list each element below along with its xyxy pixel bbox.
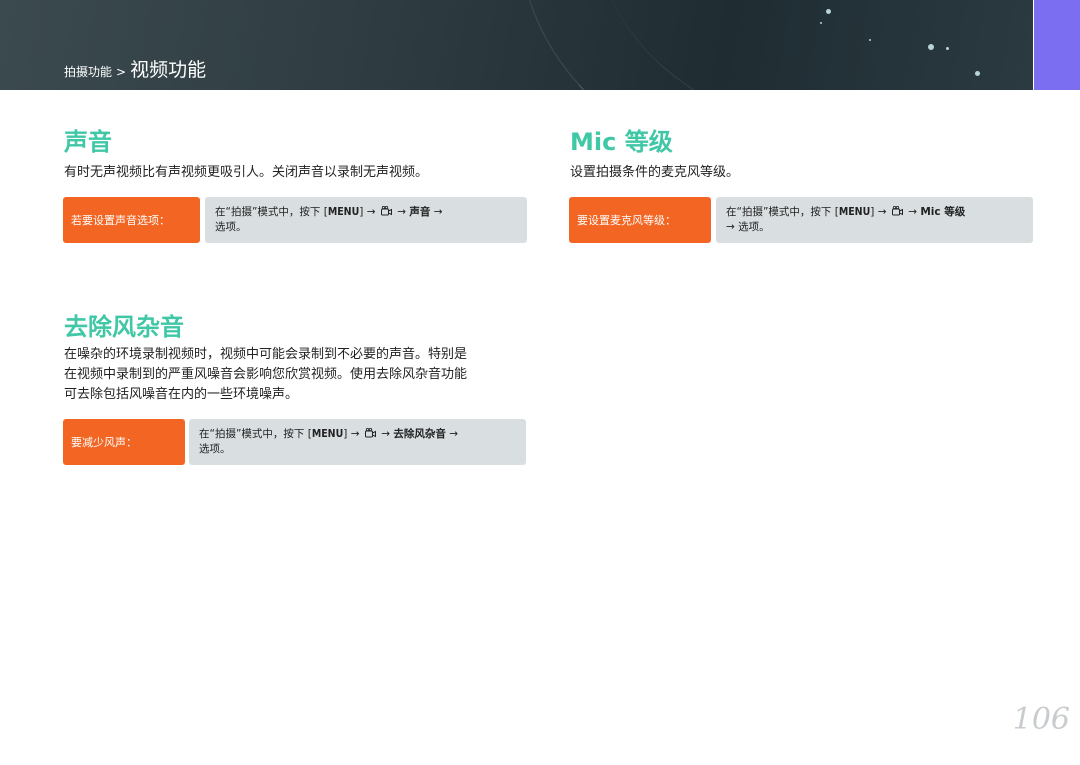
tip-box-sound: 在“拍摄”模式中，按下 [MENU] → → 声音 → 选项。 bbox=[205, 197, 527, 243]
sparkle-dot bbox=[928, 44, 934, 50]
breadcrumb-current: 视频功能 bbox=[130, 59, 207, 81]
tip-label-text: 要设置麦克风等级： bbox=[577, 214, 676, 227]
tip-box-wind: 在“拍摄”模式中，按下 [MENU] → → 去除风杂音 → 选项。 bbox=[189, 419, 526, 465]
section-title-mic: Mic 等级 bbox=[570, 128, 673, 156]
tip-after-menu: ] → bbox=[870, 206, 887, 218]
tip-prefix: 在“拍摄”模式中，按下 [ bbox=[215, 206, 328, 218]
description-line: 在噪杂的环境录制视频时，视频中可能会录制到不必要的声音。特别是 bbox=[64, 347, 468, 362]
tip-box-mic: 在“拍摄”模式中，按下 [MENU] → → Mic 等级 → 选项。 bbox=[716, 197, 1033, 243]
section-title-wind: 去除风杂音 bbox=[64, 313, 184, 341]
tip-target-option: 去除风杂音 bbox=[393, 428, 446, 440]
tip-arrow: → bbox=[449, 428, 458, 440]
header-accent-bar bbox=[1034, 0, 1080, 90]
breadcrumb-parent[interactable]: 拍摄功能 bbox=[64, 63, 112, 80]
video-camera-icon bbox=[364, 428, 376, 438]
section-description-wind: 在噪杂的环境录制视频时，视频中可能会录制到不必要的声音。特别是 在视频中录制到的… bbox=[64, 345, 534, 405]
tip-after-menu: ] → bbox=[343, 428, 360, 440]
video-camera-icon bbox=[380, 206, 392, 216]
breadcrumb-separator: > bbox=[116, 65, 127, 79]
menu-key: MENU bbox=[311, 428, 344, 440]
tip-arrow: → bbox=[433, 206, 443, 218]
tip-label-text: 要减少风声： bbox=[71, 436, 137, 449]
section-description-mic: 设置拍摄条件的麦克风等级。 bbox=[570, 165, 740, 180]
tip-suffix: 选项。 bbox=[199, 443, 231, 455]
tip-target-option: 声音 bbox=[409, 206, 431, 218]
tip-arrow: → bbox=[908, 206, 917, 218]
page-number: 106 bbox=[1012, 702, 1070, 737]
sparkle-dot bbox=[869, 39, 871, 41]
menu-key: MENU bbox=[327, 206, 360, 218]
menu-key: MENU bbox=[838, 206, 871, 218]
description-line: 可去除包括风噪音在内的一些环境噪声。 bbox=[64, 387, 299, 402]
tip-after-menu: ] → bbox=[359, 206, 376, 218]
section-description-sound: 有时无声视频比有声视频更吸引人。关闭声音以录制无声视频。 bbox=[64, 165, 429, 180]
description-line: 在视频中录制到的严重风噪音会影响您欣赏视频。使用去除风杂音功能 bbox=[64, 367, 468, 382]
tip-label-sound: 若要设置声音选项： bbox=[63, 197, 200, 243]
tip-arrow: → bbox=[397, 206, 406, 218]
sparkle-dot bbox=[946, 47, 949, 50]
sparkle-dot bbox=[975, 71, 980, 76]
tip-prefix: 在“拍摄”模式中，按下 [ bbox=[726, 206, 839, 218]
tip-arrow: → bbox=[381, 428, 390, 440]
sparkle-dot bbox=[826, 9, 831, 14]
tip-label-mic: 要设置麦克风等级： bbox=[569, 197, 711, 243]
tip-suffix: → 选项。 bbox=[726, 221, 770, 233]
tip-label-text: 若要设置声音选项： bbox=[71, 214, 170, 227]
video-camera-icon bbox=[891, 206, 903, 216]
tip-suffix: 选项。 bbox=[215, 221, 247, 233]
header-banner: 拍摄功能 > 视频功能 bbox=[0, 0, 1033, 90]
tip-prefix: 在“拍摄”模式中，按下 [ bbox=[199, 428, 312, 440]
breadcrumb: 拍摄功能 > 视频功能 bbox=[64, 55, 206, 82]
sparkle-dot bbox=[820, 22, 822, 24]
tip-target-option: Mic 等级 bbox=[920, 206, 966, 218]
tip-label-wind: 要减少风声： bbox=[63, 419, 185, 465]
section-title-sound: 声音 bbox=[64, 128, 112, 156]
